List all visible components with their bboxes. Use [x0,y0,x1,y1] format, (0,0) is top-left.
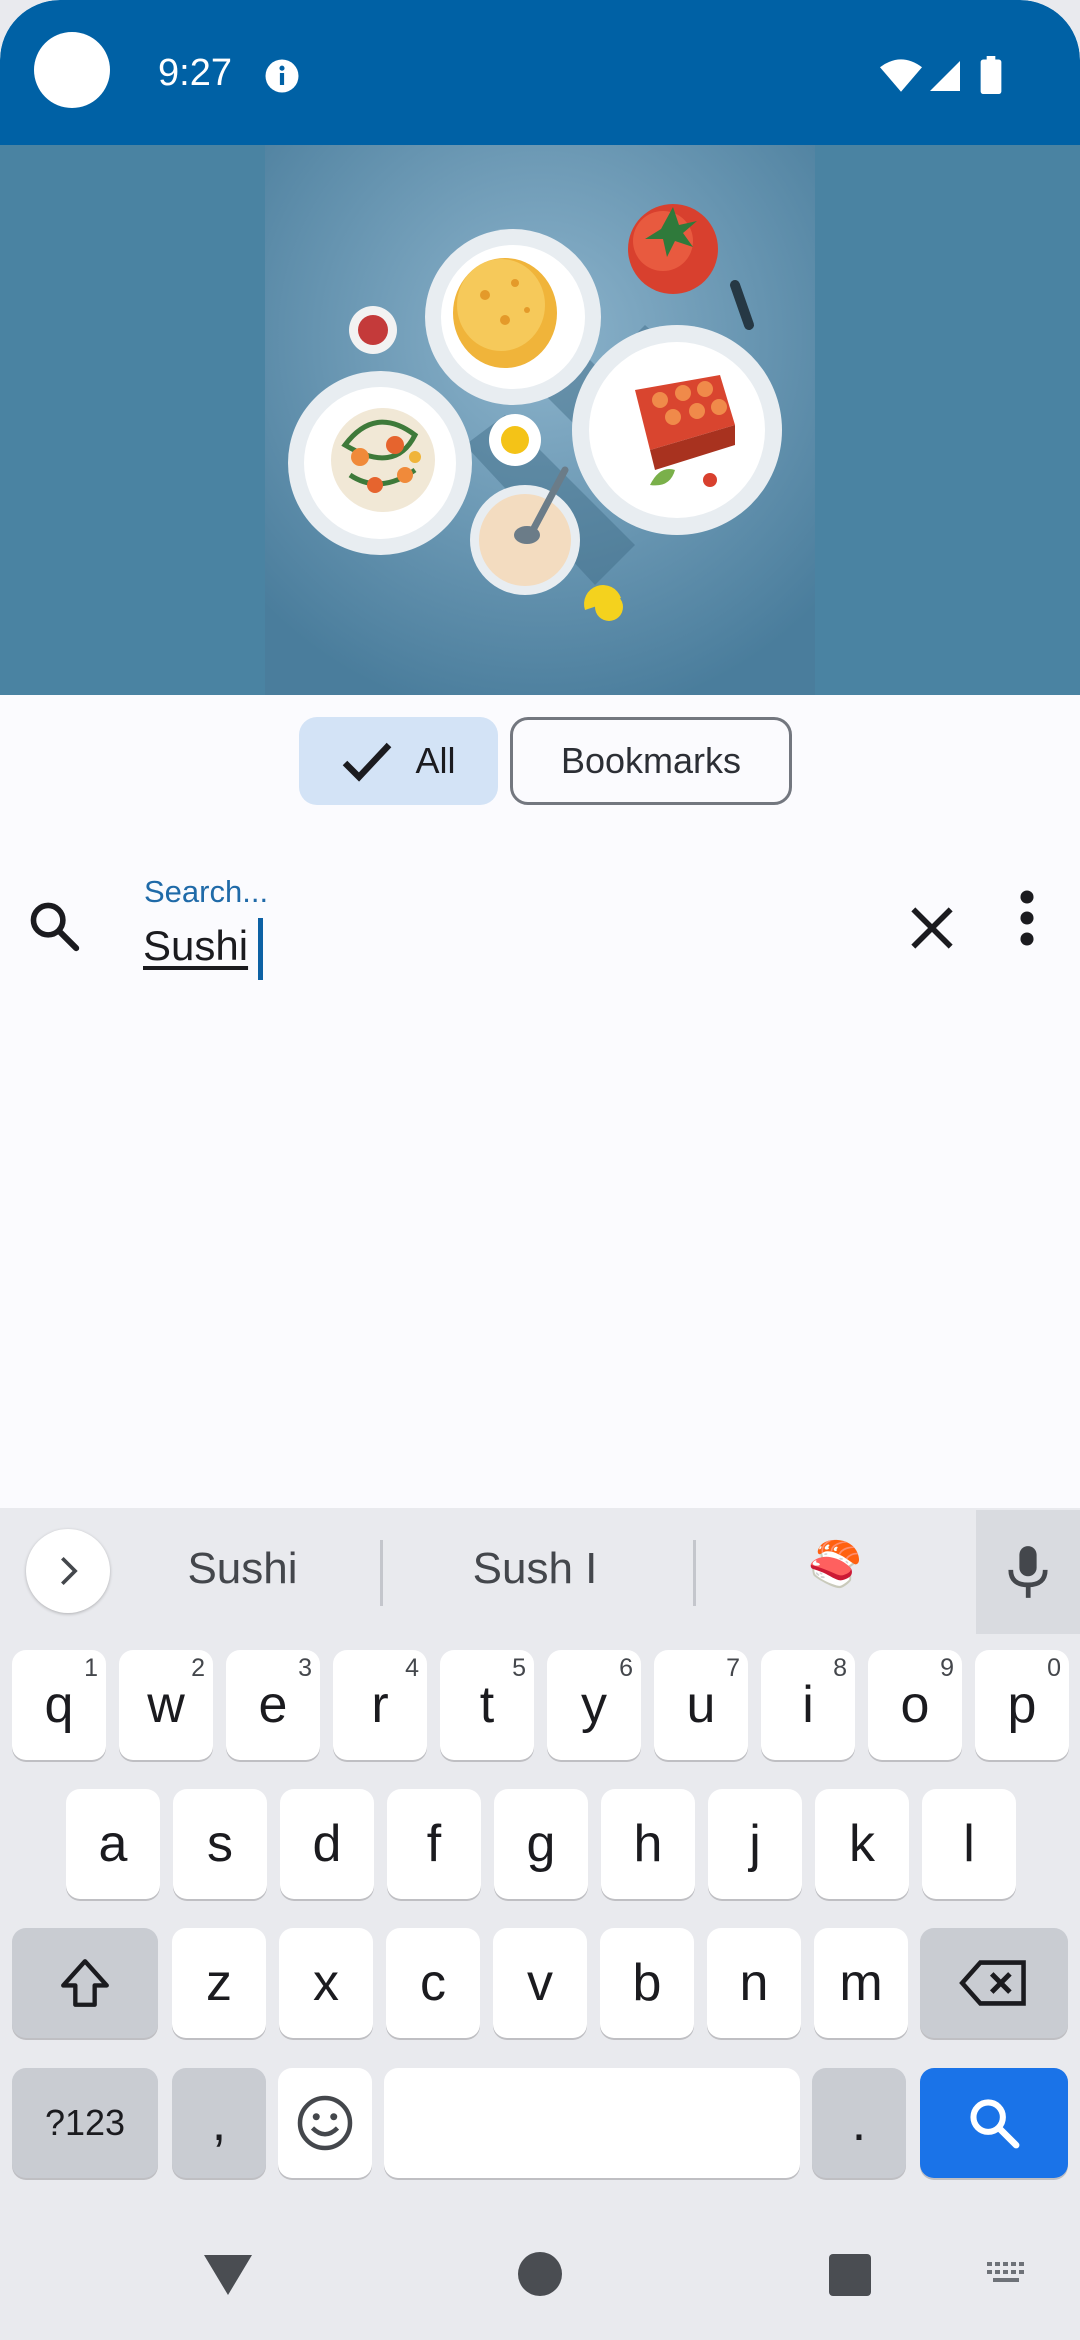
camera-cutout [34,32,110,108]
key-label: q [44,1676,74,1734]
status-time: 9:27 [158,52,232,94]
key-label: e [258,1676,288,1734]
key-t[interactable]: t5 [440,1650,534,1760]
key-label: r [371,1676,389,1734]
key-x[interactable]: x [279,1928,373,2038]
key-hint: 6 [619,1654,633,1682]
key-l[interactable]: l [922,1789,1016,1899]
key-i[interactable]: i8 [761,1650,855,1760]
clear-icon[interactable] [904,900,960,956]
space-key[interactable] [384,2068,800,2178]
backspace-key[interactable] [920,1928,1068,2038]
suggestion-divider [693,1540,696,1606]
backspace-icon [959,1960,1026,2006]
key-hint: 4 [405,1654,419,1682]
filter-chip-bookmarks-label: Bookmarks [560,740,742,781]
hero-image [0,145,1080,695]
key-hint: 8 [833,1654,847,1682]
voice-input-button[interactable] [976,1510,1080,1634]
keyboard-switch-icon[interactable] [985,2260,1031,2290]
key-a[interactable]: a [66,1789,160,1899]
key-hint: 9 [940,1654,954,1682]
signal-icon [930,61,960,91]
symbols-key[interactable]: ?123 [12,2068,158,2178]
emoji-icon [297,2095,353,2151]
more-vert-icon[interactable] [1012,890,1042,946]
key-n[interactable]: n [707,1928,801,2038]
key-q[interactable]: q1 [12,1650,106,1760]
key-w[interactable]: w2 [119,1650,213,1760]
filter-chip-all[interactable]: All [299,717,498,805]
key-label: w [147,1676,185,1734]
key-hint: 0 [1047,1654,1061,1682]
key-label: p [1007,1676,1037,1734]
key-c[interactable]: c [386,1928,480,2038]
key-p[interactable]: p0 [975,1650,1069,1760]
emoji-suggestion[interactable]: 🍣 [800,1538,870,1590]
key-f[interactable]: f [387,1789,481,1899]
comma-key[interactable]: , [172,2068,266,2178]
search-field-label: Search... [144,874,269,909]
recents-icon[interactable] [829,2254,871,2296]
suggestion-divider [380,1540,383,1606]
filter-chip-bookmarks[interactable]: Bookmarks [510,717,792,805]
food-illustration [265,145,815,695]
key-hint: 3 [298,1654,312,1682]
key-m[interactable]: m [814,1928,908,2038]
key-label: o [900,1676,930,1734]
key-o[interactable]: o9 [868,1650,962,1760]
search-action-key[interactable] [920,2068,1068,2178]
chevron-right-icon [61,1556,78,1586]
filter-chip-all-label: All [415,740,456,781]
soft-keyboard: Sushi Sush I 🍣 q1w2e3r4t5y6u7i8o9p0 asdf… [0,1508,1080,2340]
key-hint: 1 [84,1654,98,1682]
key-s[interactable]: s [173,1789,267,1899]
key-h[interactable]: h [601,1789,695,1899]
suggestion-bar: Sushi Sush I 🍣 [0,1508,1080,1634]
shift-key[interactable] [12,1928,158,2038]
info-icon [265,59,299,93]
key-e[interactable]: e3 [226,1650,320,1760]
key-label: u [686,1676,716,1734]
key-label: y [581,1676,607,1734]
key-label: i [802,1676,814,1734]
battery-icon [980,56,1002,94]
key-v[interactable]: v [493,1928,587,2038]
key-hint: 7 [726,1654,740,1682]
app-screen: 9:27 All Bookmarks Search... Sushi Sushi… [0,0,1080,2340]
key-hint: 2 [191,1654,205,1682]
key-r[interactable]: r4 [333,1650,427,1760]
key-label: t [479,1676,495,1734]
check-icon [343,742,392,782]
search-icon[interactable] [26,898,82,954]
key-hint: 5 [512,1654,526,1682]
key-b[interactable]: b [600,1928,694,2038]
key-u[interactable]: u7 [654,1650,748,1760]
key-j[interactable]: j [708,1789,802,1899]
search-icon [970,2099,1020,2149]
emoji-key[interactable] [278,2068,372,2178]
microphone-icon [1008,1546,1048,1598]
status-bar: 9:27 [0,0,1080,145]
key-k[interactable]: k [815,1789,909,1899]
expand-toolbar-button[interactable] [26,1529,110,1613]
suggestion-1[interactable]: Sushi [120,1544,365,1594]
key-d[interactable]: d [280,1789,374,1899]
back-icon[interactable] [202,2253,254,2297]
period-key[interactable]: . [812,2068,906,2178]
home-icon[interactable] [518,2252,562,2296]
key-g[interactable]: g [494,1789,588,1899]
text-cursor [258,918,263,980]
wifi-icon [880,59,922,92]
key-z[interactable]: z [172,1928,266,2038]
search-input[interactable]: Sushi [143,922,248,970]
shift-icon [61,1959,109,2007]
suggestion-2[interactable]: Sush I [390,1544,680,1594]
key-y[interactable]: y6 [547,1650,641,1760]
